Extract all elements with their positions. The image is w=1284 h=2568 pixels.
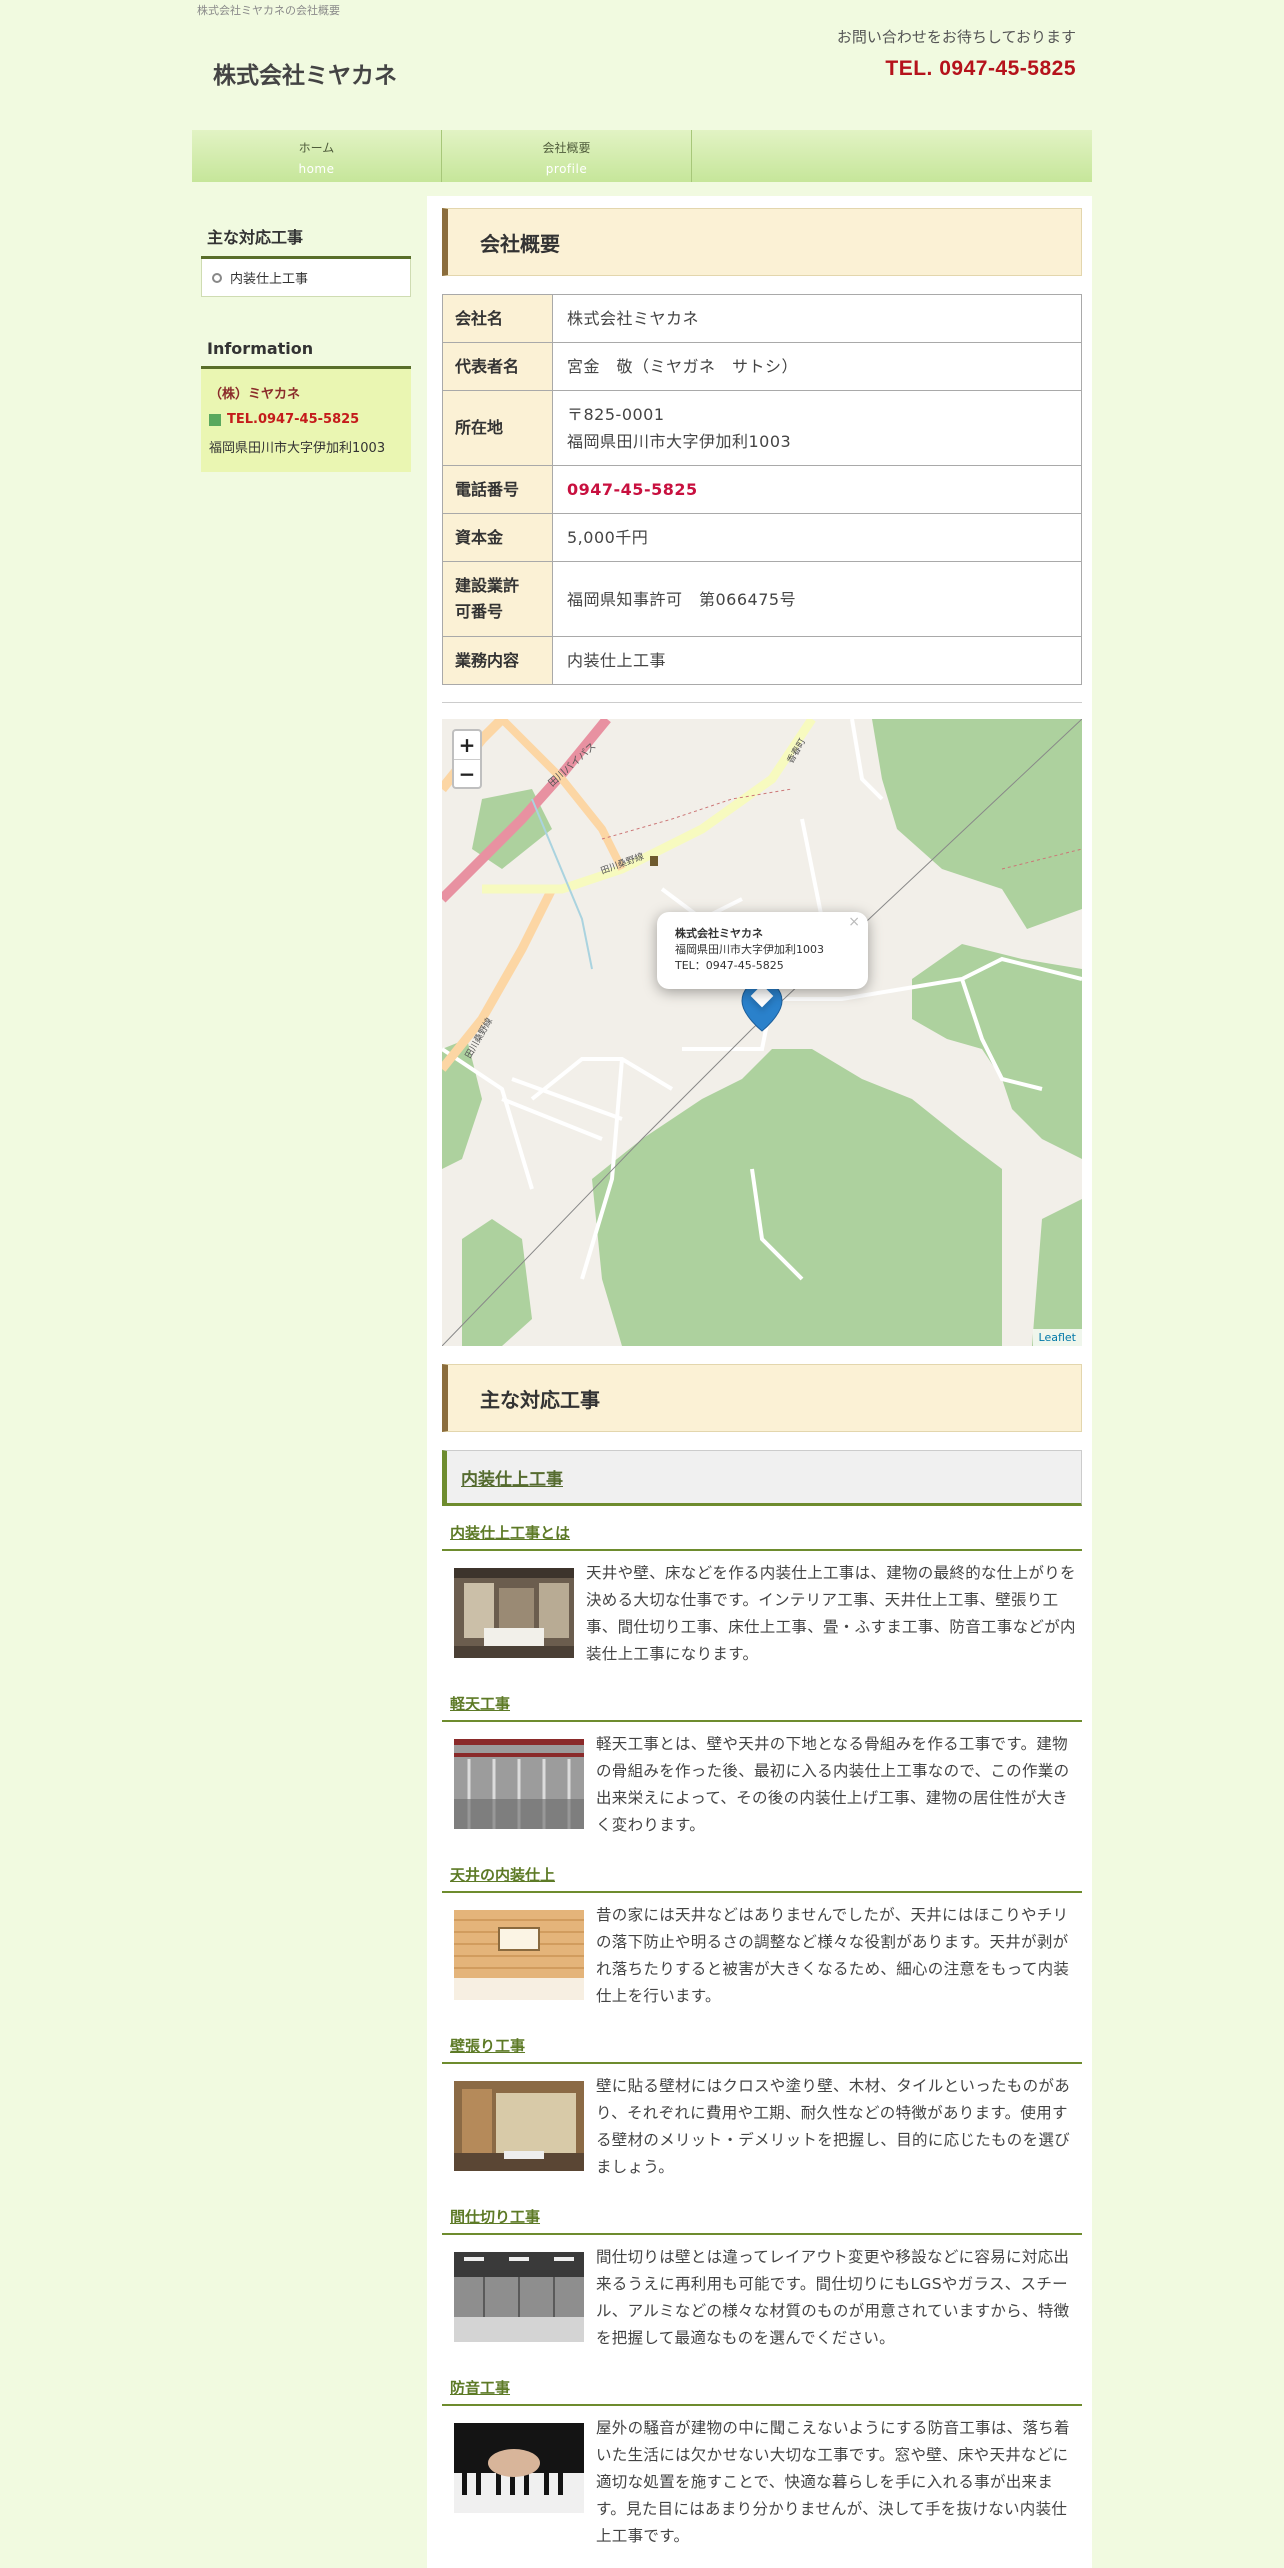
row-label: 会社名 [442,294,553,343]
info-name: （株）ミヤカネ [209,387,301,402]
table-row: 建設業許 可番号 福岡県知事許可 第066475号 [442,561,1082,637]
profile-table: 会社名 株式会社ミヤカネ 代表者名 宮金 敬（ミヤガネ サトシ） 所在地 〒82… [442,294,1082,685]
table-row: 業務内容 内装仕上工事 [442,636,1082,685]
table-row: 会社名 株式会社ミヤカネ [442,294,1082,343]
sidebar: 主な対応工事 内装仕上工事 Information （株）ミヤカネ TEL.09… [201,220,411,472]
section-text: 屋外の騒音が建物の中に聞こえないようにする防音工事は、落ち着いた生活には欠かせな… [596,2419,1070,2545]
table-row: 所在地 〒825-0001 福岡県田川市大字伊加利1003 [442,390,1082,466]
sidebar-info-title: Information [201,335,411,369]
nav-item-profile[interactable]: 会社概要 profile [442,130,692,182]
sidebar-item-label: 内装仕上工事 [230,272,309,287]
section-text: 天井や壁、床などを作る内装仕上工事は、建物の最終的な仕上がりを決める大切な仕事で… [586,1564,1076,1663]
section-title[interactable]: 軽天工事 [442,1693,1082,1722]
section-body: 天井や壁、床などを作る内装仕上工事は、建物の最終的な仕上がりを決める大切な仕事で… [442,1556,1082,1668]
info-tel-text: TEL.0947-45-5825 [227,412,360,427]
address: 福岡県田川市大字伊加利1003 [567,432,792,451]
row-label: 資本金 [442,513,553,562]
section-body: 間仕切りは壁とは違ってレイアウト変更や移設などに容易に対応出来るうえに再利用も可… [442,2240,1082,2352]
row-value: 〒825-0001 福岡県田川市大字伊加利1003 [552,390,1082,466]
services-heading: 主な対応工事 [442,1364,1082,1432]
label-line: 可番号 [455,602,504,621]
row-label: 所在地 [442,390,553,466]
row-label: 業務内容 [442,636,553,685]
row-value: 宮金 敬（ミヤガネ サトシ） [552,342,1082,391]
row-label: 建設業許 可番号 [442,561,553,637]
profile-heading: 会社概要 [442,208,1082,276]
map-attribution[interactable]: Leaflet [1032,1329,1082,1346]
wall-photo [454,2081,584,2171]
section-text: 壁に貼る壁材にはクロスや塗り壁、木材、タイルといったものがあり、それぞれに費用や… [596,2077,1071,2176]
row-value: 福岡県知事許可 第066475号 [552,561,1082,637]
header-tel[interactable]: TEL. 0947-45-5825 [837,57,1076,81]
nav-sublabel: profile [545,162,588,176]
label-line: 建設業許 [455,576,520,595]
phone-icon [209,413,221,426]
popup-name: 株式会社ミヤカネ [675,927,763,940]
zoom-out-button[interactable]: − [454,759,480,787]
living-room-photo [454,1568,574,1658]
info-box: （株）ミヤカネ TEL.0947-45-5825 福岡県田川市大字伊加利1003 [201,369,411,472]
sidebar-item-interior[interactable]: 内装仕上工事 [201,259,411,297]
table-row: 電話番号 0947-45-5825 [442,465,1082,514]
section-body: 軽天工事とは、壁や天井の下地となる骨組みを作る工事です。建物の骨組みを作った後、… [442,1727,1082,1839]
nav-label: ホーム [298,141,335,155]
table-row: 代表者名 宮金 敬（ミヤガネ サトシ） [442,342,1082,391]
site-title[interactable]: 株式会社ミヤカネ [213,56,397,90]
postal-code: 〒825-0001 [567,405,665,424]
map-tiles: 田川バイパス 田川桑野線 田川桑野線 香春町 [442,719,1082,1346]
popup-address: 福岡県田川市大字伊加利1003 [675,943,824,956]
section-body: 昔の家には天井などはありませんでしたが、天井にはほこりやチリの落下防止や明るさの… [442,1898,1082,2010]
divider [442,702,1082,703]
section-title[interactable]: 内装仕上工事とは [442,1522,1082,1551]
close-icon[interactable]: × [848,914,860,930]
map-popup: × 株式会社ミヤカネ 福岡県田川市大字伊加利1003 TEL：0947-45-5… [657,912,868,989]
row-value: 株式会社ミヤカネ [552,294,1082,343]
row-label: 代表者名 [442,342,553,391]
piano-photo [454,2423,584,2513]
interior-heading-link[interactable]: 内装仕上工事 [442,1450,1082,1506]
row-value: 5,000千円 [552,513,1082,562]
phone-link[interactable]: 0947-45-5825 [552,465,1082,514]
info-address: 福岡県田川市大字伊加利1003 [209,441,386,456]
map[interactable]: 田川バイパス 田川桑野線 田川桑野線 香春町 + − × 株式会社ミヤカネ 福岡… [442,719,1082,1346]
main-content: 会社概要 会社名 株式会社ミヤカネ 代表者名 宮金 敬（ミヤガネ サトシ） 所在… [427,196,1092,2568]
section-text: 軽天工事とは、壁や天井の下地となる骨組みを作る工事です。建物の骨組みを作った後、… [596,1735,1070,1834]
page-tagline: 株式会社ミヤカネの会社概要 [197,4,340,17]
contact-note: お問い合わせをお待ちしております [836,28,1076,46]
section-title[interactable]: 防音工事 [442,2377,1082,2406]
table-row: 資本金 5,000千円 [442,513,1082,562]
section-body: 壁に貼る壁材にはクロスや塗り壁、木材、タイルといったものがあり、それぞれに費用や… [442,2069,1082,2181]
section-body: 屋外の騒音が建物の中に聞こえないようにする防音工事は、落ち着いた生活には欠かせな… [442,2411,1082,2550]
nav-sublabel: home [298,162,335,176]
row-value: 内装仕上工事 [552,636,1082,685]
global-nav: ホーム home 会社概要 profile [192,130,1092,182]
nav-item-home[interactable]: ホーム home [192,130,442,182]
sidebar-services-title: 主な対応工事 [201,220,411,259]
section-text: 昔の家には天井などはありませんでしたが、天井にはほこりやチリの落下防止や明るさの… [596,1906,1070,2005]
info-tel[interactable]: TEL.0947-45-5825 [209,412,403,427]
header-contact: お問い合わせをお待ちしております TEL. 0947-45-5825 [837,26,1076,81]
section-text: 間仕切りは壁とは違ってレイアウト変更や移設などに容易に対応出来るうえに再利用も可… [596,2248,1070,2347]
popup-tel: TEL：0947-45-5825 [675,959,784,972]
section-title[interactable]: 天井の内装仕上 [442,1864,1082,1893]
section-title[interactable]: 間仕切り工事 [442,2206,1082,2235]
section-title[interactable]: 壁張り工事 [442,2035,1082,2064]
steel-frame-photo [454,1739,584,1829]
row-label: 電話番号 [442,465,553,514]
zoom-control: + − [452,729,482,789]
wood-ceiling-photo [454,1910,584,2000]
nav-label: 会社概要 [542,141,591,155]
bullet-icon [212,272,222,283]
partition-photo [454,2252,584,2342]
zoom-in-button[interactable]: + [454,731,480,759]
